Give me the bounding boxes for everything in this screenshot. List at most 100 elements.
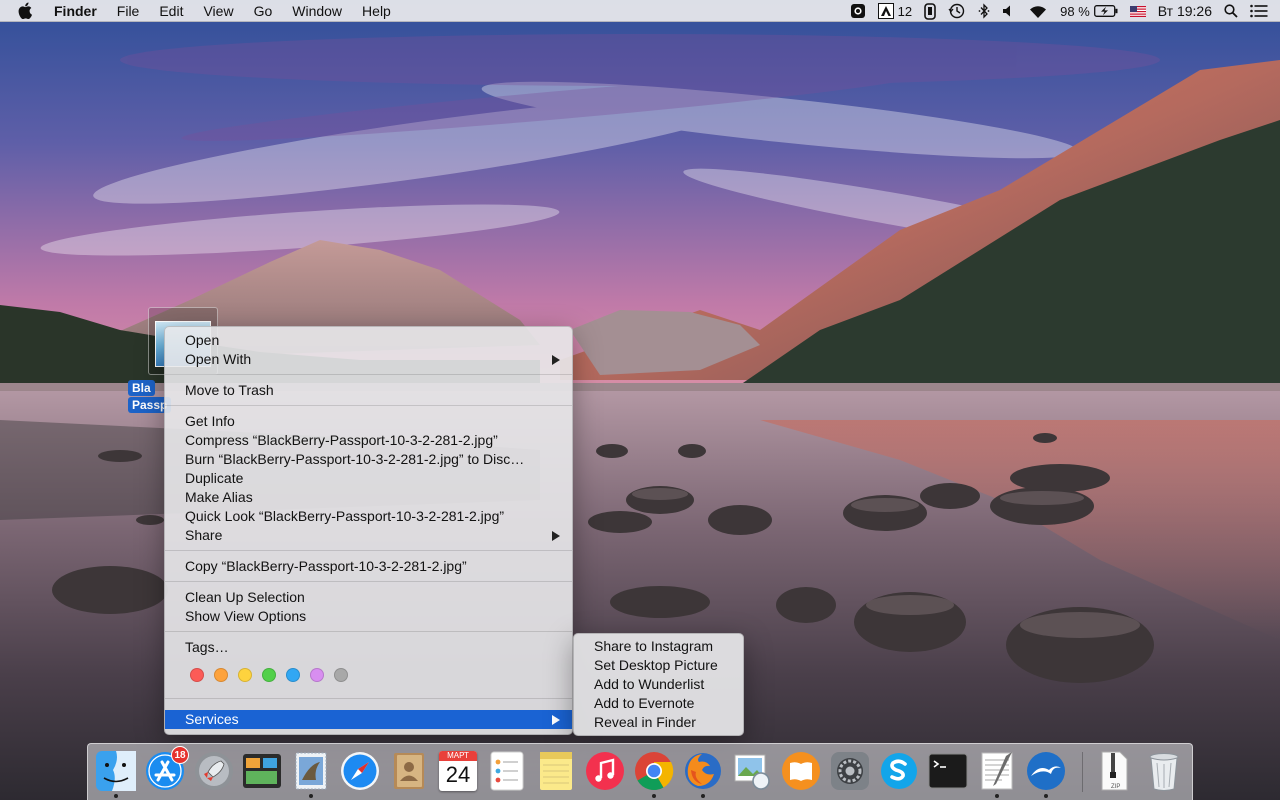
menu-item-burn[interactable]: Burn “BlackBerry-Passport-10-3-2-281-2.j… (165, 450, 572, 469)
menu-help[interactable]: Help (352, 0, 401, 22)
dock-contacts[interactable] (387, 749, 431, 793)
bluetooth-icon[interactable] (972, 0, 996, 22)
dock-itunes[interactable] (583, 749, 627, 793)
menu-item-tags[interactable]: Tags… (165, 638, 572, 657)
menubar-clock[interactable]: Вт 19:26 (1152, 0, 1218, 22)
running-indicator (114, 794, 118, 798)
tag-green-dot[interactable] (262, 668, 276, 682)
menu-item-move-to-trash[interactable]: Move to Trash (165, 381, 572, 400)
menu-window[interactable]: Window (282, 0, 352, 22)
spotlight-search-icon[interactable] (1218, 0, 1244, 22)
tag-blue-dot[interactable] (286, 668, 300, 682)
menu-item-services[interactable]: Services (165, 710, 572, 729)
menu-item-copy[interactable]: Copy “BlackBerry-Passport-10-3-2-281-2.j… (165, 557, 572, 576)
menu-item-duplicate[interactable]: Duplicate (165, 469, 572, 488)
notification-badge: 18 (171, 746, 189, 764)
menu-item-make-alias[interactable]: Make Alias (165, 488, 572, 507)
dock-chrome[interactable] (632, 749, 676, 798)
calendar-day: 24 (445, 762, 471, 787)
tag-red-dot[interactable] (190, 668, 204, 682)
notification-center-icon[interactable] (1244, 0, 1280, 22)
menu-separator (165, 545, 572, 557)
tag-yellow-dot[interactable] (238, 668, 252, 682)
preview-icon (734, 754, 770, 790)
dock-ibooks[interactable] (779, 749, 823, 793)
menu-separator (165, 369, 572, 381)
contacts-book-icon (394, 753, 424, 789)
adobe-status[interactable]: 12 (872, 0, 918, 22)
menu-separator (165, 626, 572, 638)
firefox-icon (685, 753, 721, 789)
dock-preview[interactable] (730, 749, 774, 793)
dock-app-store[interactable]: 18 (143, 746, 189, 793)
dock-finder[interactable] (94, 749, 138, 798)
dock-mail[interactable] (289, 749, 333, 798)
dock-trash[interactable] (1142, 749, 1186, 793)
chrome-icon (635, 752, 674, 791)
compass-icon (341, 752, 379, 790)
dock-calendar[interactable]: МАРТ 24 (436, 749, 480, 793)
dock-mission-control[interactable] (240, 749, 284, 793)
dock-openoffice[interactable] (1024, 749, 1068, 798)
time-machine-icon[interactable] (942, 0, 972, 22)
terminal-icon (928, 753, 968, 789)
volume-icon[interactable] (996, 0, 1022, 22)
dock-safari[interactable] (338, 749, 382, 793)
camera-status-icon[interactable] (844, 0, 872, 22)
calendar-month: МАРТ (439, 751, 477, 761)
menu-item-compress[interactable]: Compress “BlackBerry-Passport-10-3-2-281… (165, 431, 572, 450)
menu-item-open[interactable]: Open (165, 331, 572, 350)
menu-finder[interactable]: Finder (54, 0, 107, 22)
calendar-icon: МАРТ 24 (439, 751, 477, 791)
menu-item-open-with[interactable]: Open With (165, 350, 572, 369)
running-indicator (309, 794, 313, 798)
battery-status[interactable]: 98 % (1054, 0, 1124, 22)
mail-stamp-icon (295, 752, 327, 790)
tag-purple-dot[interactable] (310, 668, 324, 682)
menu-file[interactable]: File (107, 0, 150, 22)
dock-system-preferences[interactable] (828, 749, 872, 793)
menu-item-quick-look[interactable]: Quick Look “BlackBerry-Passport-10-3-2-2… (165, 507, 572, 526)
service-share-to-instagram[interactable]: Share to Instagram (574, 637, 743, 656)
service-add-to-evernote[interactable]: Add to Evernote (574, 694, 743, 713)
desktop-file-label-line1: Bla (128, 380, 155, 396)
dock-separator (1082, 752, 1083, 792)
mission-control-icon (243, 754, 281, 788)
dock-firefox[interactable] (681, 749, 725, 798)
menu-item-open-with-label: Open With (185, 351, 252, 367)
running-indicator (995, 794, 999, 798)
gear-icon (831, 752, 869, 790)
service-add-to-wunderlist[interactable]: Add to Wunderlist (574, 675, 743, 694)
dock-textedit[interactable] (975, 749, 1019, 798)
service-set-desktop-picture[interactable]: Set Desktop Picture (574, 656, 743, 675)
services-submenu: Share to Instagram Set Desktop Picture A… (573, 633, 744, 736)
menu-item-share[interactable]: Share (165, 526, 572, 545)
wifi-icon[interactable] (1022, 0, 1054, 22)
menu-edit[interactable]: Edit (149, 0, 193, 22)
menu-view[interactable]: View (193, 0, 243, 22)
apple-menu-icon[interactable] (18, 0, 36, 22)
dock-launchpad[interactable] (192, 749, 236, 793)
tag-gray-dot[interactable] (334, 668, 348, 682)
dock-skype[interactable] (877, 749, 921, 793)
adobe-icon (877, 3, 894, 19)
music-note-icon (586, 752, 624, 790)
tag-colors-row (165, 657, 572, 693)
menu-go[interactable]: Go (244, 0, 283, 22)
phone-status-icon[interactable] (918, 0, 942, 22)
menu-item-share-label: Share (185, 527, 223, 543)
input-source-flag-icon[interactable] (1124, 0, 1152, 22)
notes-icon (540, 752, 572, 790)
dock-reminders[interactable] (485, 749, 529, 793)
tag-orange-dot[interactable] (214, 668, 228, 682)
zip-label: ZIP (1111, 784, 1121, 790)
menu-item-clean-up-selection[interactable]: Clean Up Selection (165, 588, 572, 607)
submenu-arrow-icon (552, 531, 560, 541)
running-indicator (652, 794, 656, 798)
menu-item-show-view-options[interactable]: Show View Options (165, 607, 572, 626)
dock-notes[interactable] (534, 749, 578, 793)
menu-item-get-info[interactable]: Get Info (165, 412, 572, 431)
dock-terminal[interactable] (926, 749, 970, 793)
dock-zip-file[interactable]: ZIP (1092, 749, 1136, 793)
service-reveal-in-finder[interactable]: Reveal in Finder (574, 713, 743, 732)
